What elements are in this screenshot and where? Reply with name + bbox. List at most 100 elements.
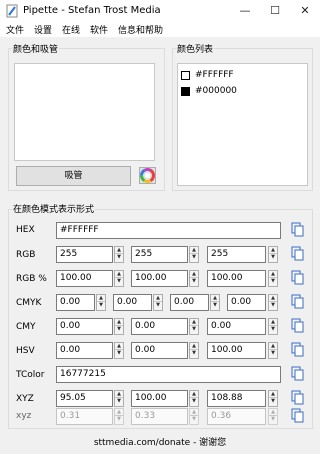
rgbp-b-spinner[interactable]: ▲ ▼	[268, 270, 278, 287]
hsv-s-spinner[interactable]: ▲ ▼	[189, 342, 199, 359]
copy-icon[interactable]	[291, 366, 305, 382]
copy-icon[interactable]	[291, 390, 305, 406]
pipette-button[interactable]: 吸管	[16, 166, 131, 186]
cmyk-k-field[interactable]: 0.00	[227, 294, 266, 311]
spin-up-icon[interactable]: ▲	[190, 343, 198, 350]
spin-down-icon[interactable]: ▼	[269, 326, 277, 333]
cmy-c-field[interactable]: 0.00	[56, 318, 113, 335]
spin-up-icon[interactable]: ▲	[269, 319, 277, 326]
xyz-z-field[interactable]: 108.88	[207, 390, 266, 407]
copy-icon[interactable]	[291, 294, 305, 310]
spin-down-icon[interactable]: ▼	[190, 254, 198, 261]
spin-down-icon[interactable]: ▼	[115, 398, 123, 405]
hex-field[interactable]: #FFFFFF	[56, 222, 281, 239]
menu-file[interactable]: 文件	[6, 23, 24, 36]
spin-down-icon[interactable]: ▼	[115, 278, 123, 285]
spin-up-icon[interactable]: ▲	[269, 271, 277, 278]
xyz-x-spinner[interactable]: ▲ ▼	[114, 390, 124, 407]
hsv-h-field[interactable]: 0.00	[56, 342, 113, 359]
cmyk-k-spinner[interactable]: ▲ ▼	[268, 294, 278, 311]
donate-link[interactable]: sttmedia.com/donate - 谢谢您	[0, 435, 320, 448]
spin-down-icon[interactable]: ▼	[190, 350, 198, 357]
rgbp-r-field[interactable]: 100.00	[56, 270, 113, 287]
rgb-g-field[interactable]: 255	[131, 246, 188, 263]
spin-up-icon[interactable]: ▲	[115, 247, 123, 254]
hsv-v-field[interactable]: 100.00	[207, 342, 266, 359]
rgb-r-spinner[interactable]: ▲ ▼	[114, 246, 124, 263]
close-button[interactable]: ✕	[290, 0, 320, 22]
spin-down-icon[interactable]: ▼	[269, 350, 277, 357]
spin-down-icon[interactable]: ▼	[269, 278, 277, 285]
hsv-v-spinner[interactable]: ▲ ▼	[268, 342, 278, 359]
menu-software[interactable]: 软件	[90, 23, 108, 36]
cmyk-y-spinner[interactable]: ▲ ▼	[210, 294, 220, 311]
spin-up-icon[interactable]: ▲	[115, 319, 123, 326]
spin-up-icon[interactable]: ▲	[115, 391, 123, 398]
xyz-y-field[interactable]: 100.00	[131, 390, 188, 407]
spin-up-icon[interactable]: ▲	[190, 391, 198, 398]
spin-down-icon[interactable]: ▼	[154, 302, 162, 309]
cmyk-m-field[interactable]: 0.00	[113, 294, 152, 311]
rgb-b-spinner[interactable]: ▲ ▼	[268, 246, 278, 263]
rgbp-b-field[interactable]: 100.00	[207, 270, 266, 287]
menu-online[interactable]: 在线	[62, 23, 80, 36]
list-item[interactable]: #FFFFFF	[181, 69, 301, 83]
spin-down-icon[interactable]: ▼	[190, 278, 198, 285]
spin-up-icon[interactable]: ▲	[190, 271, 198, 278]
spin-down-icon[interactable]: ▼	[190, 326, 198, 333]
spin-down-icon[interactable]: ▼	[269, 302, 277, 309]
spin-down-icon[interactable]: ▼	[190, 398, 198, 405]
spin-down-icon[interactable]: ▼	[269, 398, 277, 405]
cmyk-c-spinner[interactable]: ▲ ▼	[96, 294, 106, 311]
cmy-m-spinner[interactable]: ▲ ▼	[189, 318, 199, 335]
copy-icon[interactable]	[291, 270, 305, 286]
hsv-h-spinner[interactable]: ▲ ▼	[114, 342, 124, 359]
spin-down-icon[interactable]: ▼	[211, 302, 219, 309]
rgb-r-field[interactable]: 255	[56, 246, 113, 263]
cmy-c-spinner[interactable]: ▲ ▼	[114, 318, 124, 335]
list-item[interactable]: #000000	[181, 85, 301, 99]
spin-up-icon[interactable]: ▲	[269, 295, 277, 302]
copy-icon[interactable]	[291, 246, 305, 262]
maximize-button[interactable]: ☐	[260, 0, 290, 22]
spin-down-icon[interactable]: ▼	[115, 254, 123, 261]
spin-up-icon[interactable]: ▲	[115, 271, 123, 278]
cmy-y-spinner[interactable]: ▲ ▼	[268, 318, 278, 335]
spin-down-icon[interactable]: ▼	[115, 326, 123, 333]
tcolor-field[interactable]: 16777215	[56, 366, 281, 383]
hsv-s-field[interactable]: 0.00	[131, 342, 188, 359]
rgb-b-field[interactable]: 255	[207, 246, 266, 263]
copy-icon[interactable]	[291, 408, 305, 424]
xyz-y-spinner[interactable]: ▲ ▼	[189, 390, 199, 407]
rgbp-r-spinner[interactable]: ▲ ▼	[114, 270, 124, 287]
spin-up-icon[interactable]: ▲	[190, 247, 198, 254]
spin-down-icon[interactable]: ▼	[97, 302, 105, 309]
color-list[interactable]: #FFFFFF #000000	[177, 63, 308, 186]
rgb-g-spinner[interactable]: ▲ ▼	[189, 246, 199, 263]
spin-up-icon[interactable]: ▲	[269, 391, 277, 398]
cmyk-m-spinner[interactable]: ▲ ▼	[153, 294, 163, 311]
xyz-z-spinner[interactable]: ▲ ▼	[268, 390, 278, 407]
rgbp-g-field[interactable]: 100.00	[131, 270, 188, 287]
rgbp-g-spinner[interactable]: ▲ ▼	[189, 270, 199, 287]
xyz-x-field[interactable]: 95.05	[56, 390, 113, 407]
spin-up-icon[interactable]: ▲	[269, 343, 277, 350]
spin-down-icon[interactable]: ▼	[269, 254, 277, 261]
spin-up-icon[interactable]: ▲	[115, 343, 123, 350]
copy-icon[interactable]	[291, 342, 305, 358]
minimize-button[interactable]: —	[230, 0, 260, 22]
spin-up-icon[interactable]: ▲	[211, 295, 219, 302]
spin-up-icon[interactable]: ▲	[269, 247, 277, 254]
spin-down-icon[interactable]: ▼	[115, 350, 123, 357]
cmyk-y-field[interactable]: 0.00	[170, 294, 209, 311]
copy-icon[interactable]	[291, 318, 305, 334]
cmy-y-field[interactable]: 0.00	[207, 318, 266, 335]
copy-icon[interactable]	[291, 222, 305, 238]
menu-settings[interactable]: 设置	[34, 23, 52, 36]
cmyk-c-field[interactable]: 0.00	[56, 294, 95, 311]
color-wheel-icon[interactable]	[139, 167, 156, 184]
spin-up-icon[interactable]: ▲	[97, 295, 105, 302]
menu-info-help[interactable]: 信息和帮助	[118, 23, 163, 36]
spin-up-icon[interactable]: ▲	[154, 295, 162, 302]
cmy-m-field[interactable]: 0.00	[131, 318, 188, 335]
